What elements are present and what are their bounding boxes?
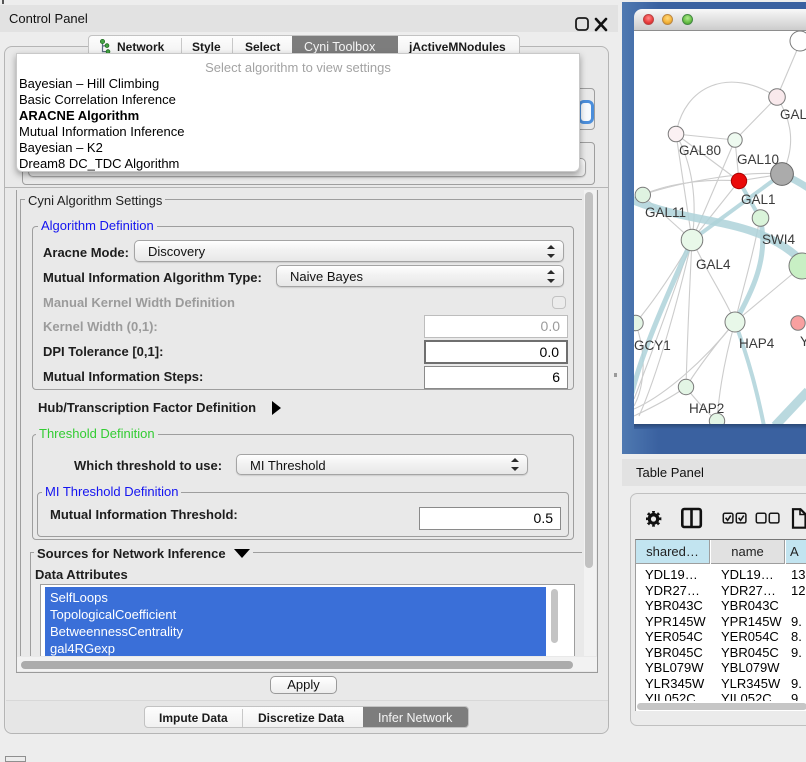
svg-text:Y: Y: [800, 334, 806, 349]
svg-text:HAP4: HAP4: [739, 336, 775, 351]
svg-text:GAL1: GAL1: [741, 192, 776, 207]
svg-text:GAL: GAL: [780, 107, 806, 122]
svg-text:GAL80: GAL80: [679, 143, 721, 158]
svg-text:GAL11: GAL11: [645, 205, 686, 220]
svg-text:GCY1: GCY1: [634, 338, 671, 353]
svg-text:GAL10: GAL10: [737, 152, 779, 167]
svg-text:HAP2: HAP2: [689, 401, 724, 416]
svg-text:GAL4: GAL4: [696, 257, 731, 272]
svg-text:SWI4: SWI4: [762, 232, 795, 247]
